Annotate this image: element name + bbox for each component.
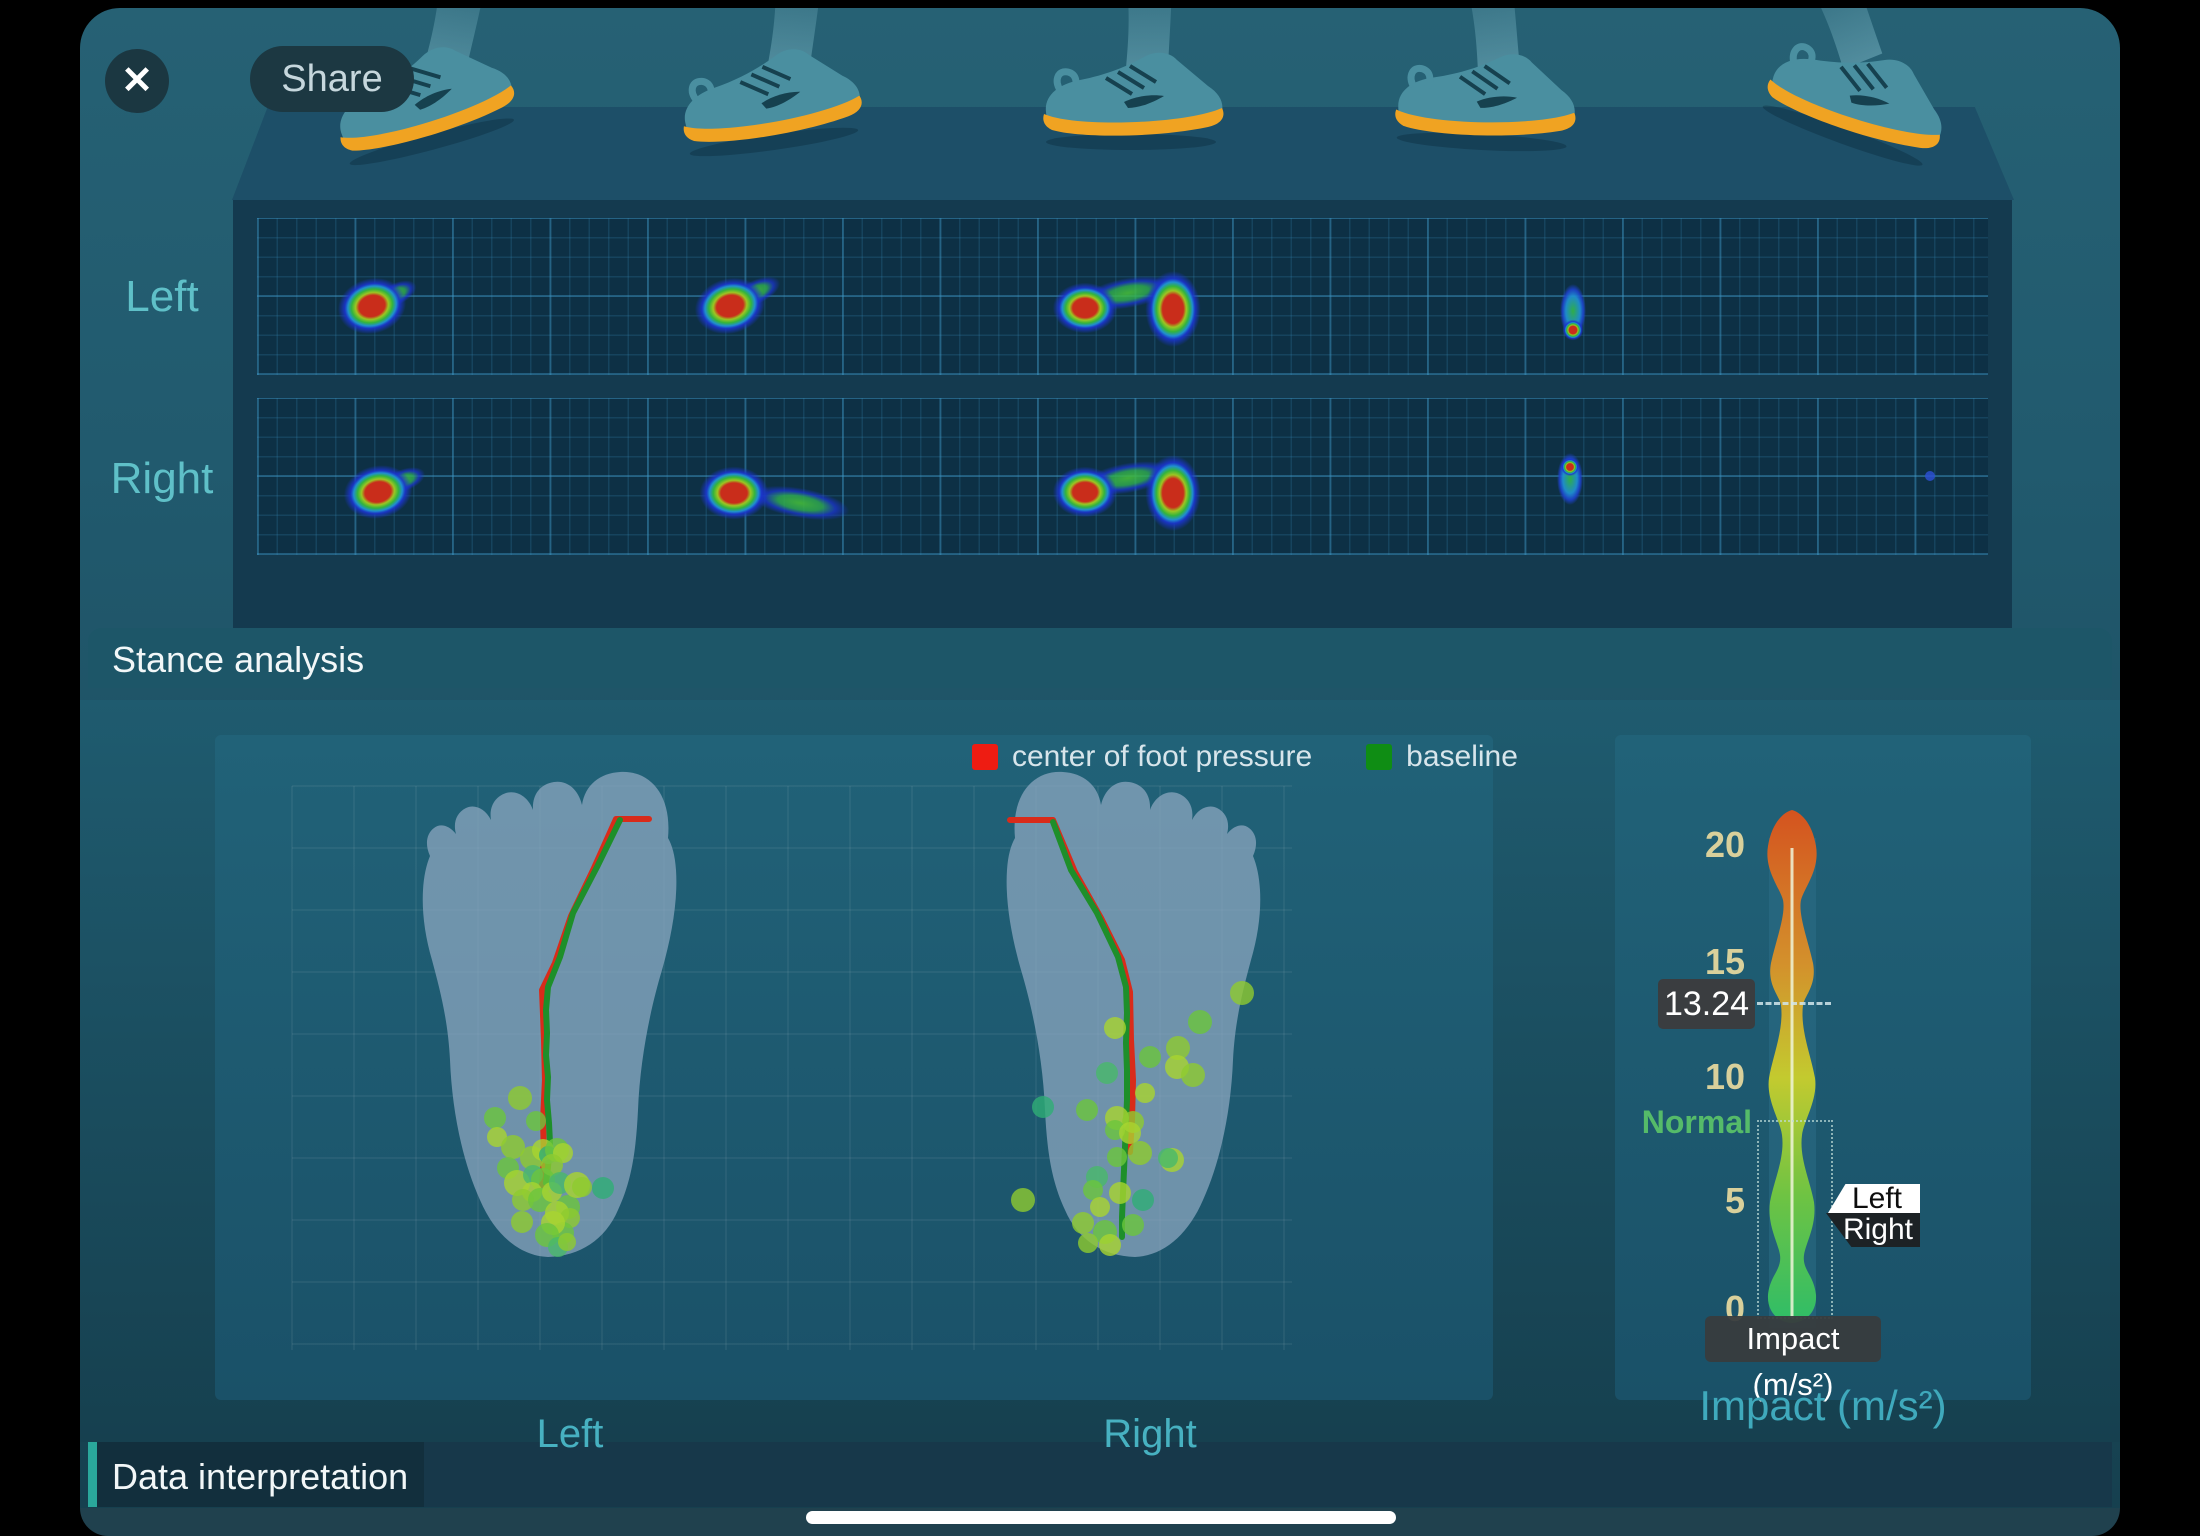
gauge-tick-20: 20 — [1645, 824, 1745, 866]
heatmap-strip-right — [257, 398, 1988, 555]
close-icon: ✕ — [121, 60, 153, 102]
cop-legend-label: center of foot pressure — [1012, 740, 1312, 774]
impact-caption: Impact (m/s²) — [1615, 1382, 2031, 1430]
impact-value-dash-line — [1757, 1002, 1831, 1005]
gauge-tick-15: 15 — [1645, 941, 1745, 983]
gauge-tick-10: 10 — [1645, 1056, 1745, 1098]
treadmill-band — [232, 107, 2014, 200]
stance-legend: center of foot pressure baseline — [972, 740, 1518, 774]
heatmap-row-label-left: Left — [82, 272, 242, 322]
heatmap-strip-left — [257, 218, 1988, 375]
impact-value-badge: 13.24 — [1658, 979, 1755, 1029]
right-foot-caption: Right — [1000, 1412, 1300, 1457]
cop-legend-swatch — [972, 744, 998, 770]
stance-plot-panel — [215, 735, 1493, 1400]
stance-analysis-title: Stance analysis — [112, 639, 364, 681]
left-foot-caption: Left — [420, 1412, 720, 1457]
close-button[interactable]: ✕ — [105, 49, 169, 113]
app-screen: ✕ Share Left Right Stance analysis cente… — [0, 0, 2200, 1536]
stance-analysis-header-bar — [88, 628, 2112, 688]
section-accent-bar — [88, 1442, 97, 1507]
normal-range-label: Normal — [1602, 1104, 1752, 1141]
share-button[interactable]: Share — [250, 46, 414, 112]
heatmap-row-label-right: Right — [82, 454, 242, 504]
data-interpretation-title: Data interpretation — [112, 1456, 408, 1498]
baseline-legend-label: baseline — [1406, 740, 1518, 774]
share-label: Share — [281, 58, 382, 100]
normal-range-box — [1757, 1120, 1833, 1319]
impact-axis-pill: Impact (m/s²) — [1705, 1316, 1881, 1362]
baseline-legend-swatch — [1366, 744, 1392, 770]
gauge-tick-5: 5 — [1645, 1180, 1745, 1222]
home-indicator[interactable] — [806, 1511, 1396, 1524]
